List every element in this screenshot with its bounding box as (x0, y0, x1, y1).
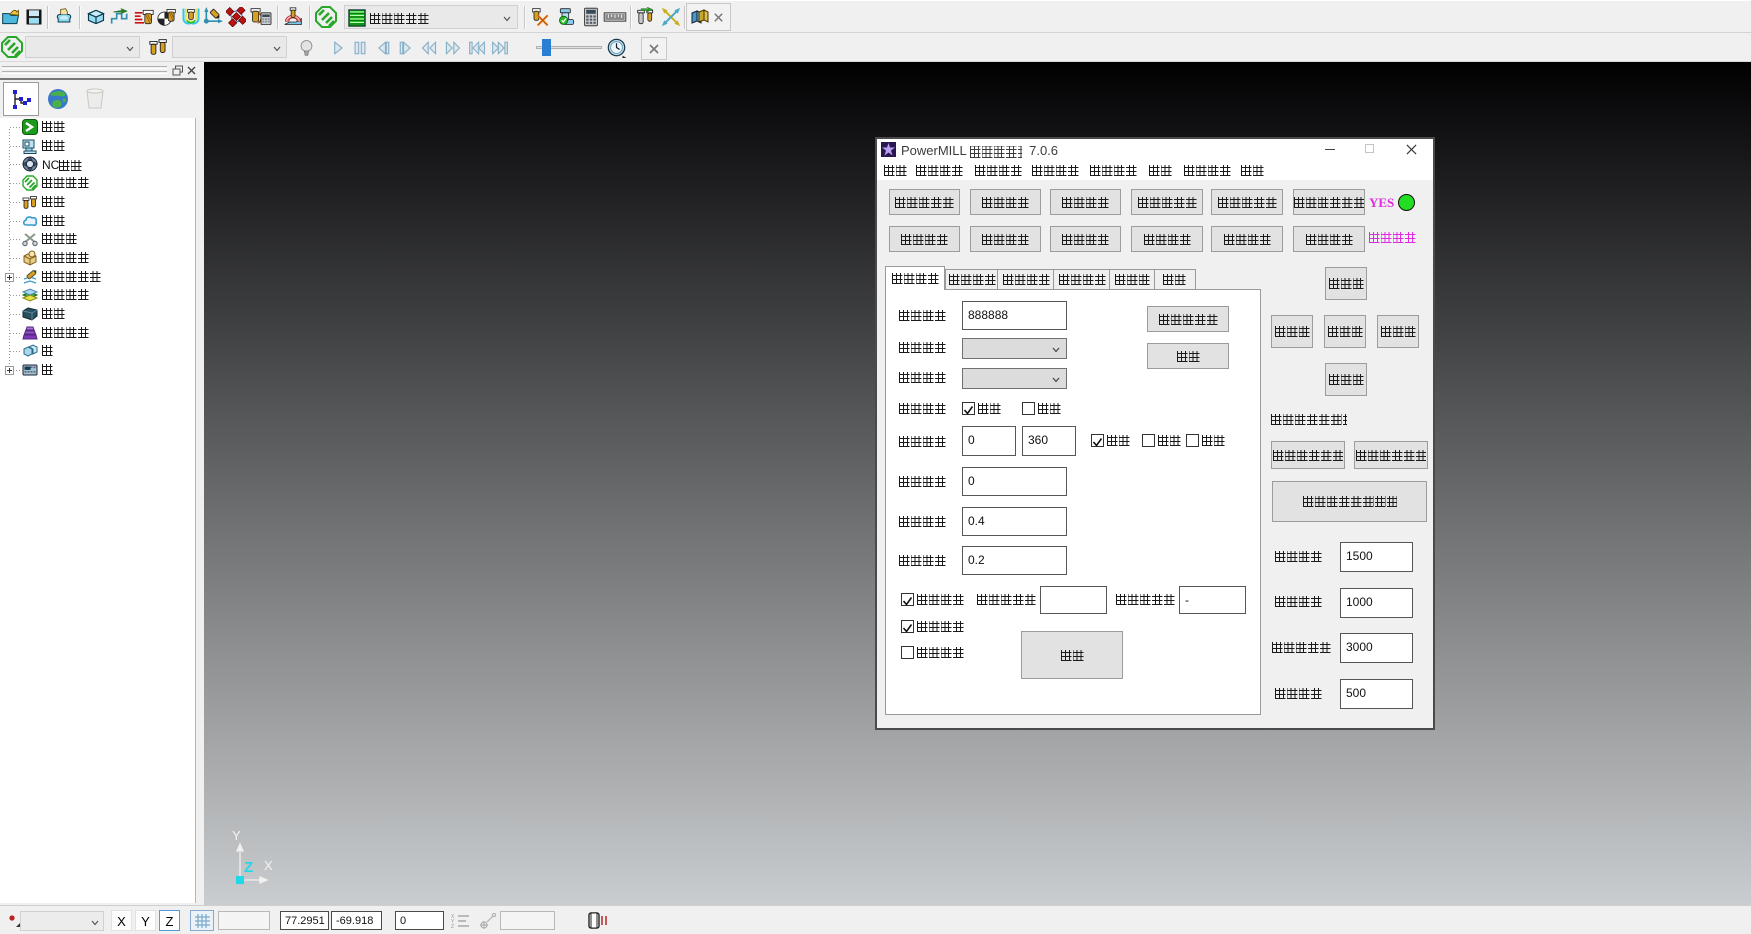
svg-text:Z: Z (451, 924, 454, 929)
svg-text:X: X (264, 858, 272, 873)
svg-text:Y: Y (232, 830, 241, 843)
svg-text:Z: Z (244, 859, 253, 876)
